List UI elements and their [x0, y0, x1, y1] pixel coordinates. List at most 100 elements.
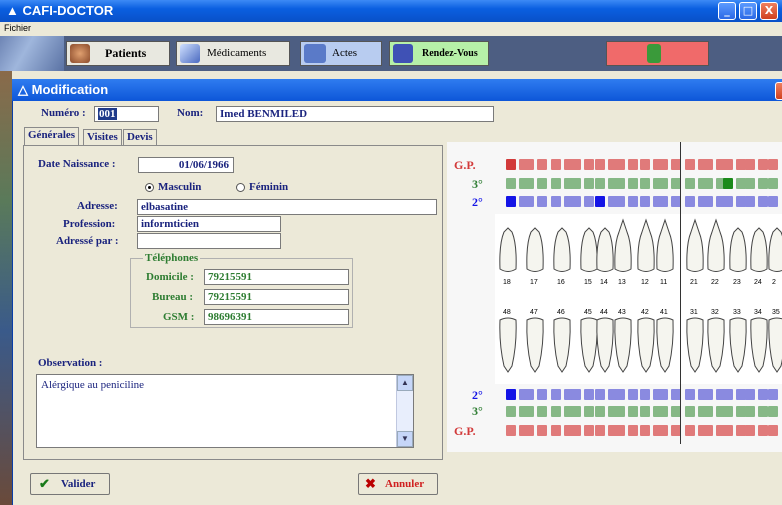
marker-gp-top-24-b[interactable]: [758, 159, 768, 170]
marker-2-top-24-a[interactable]: [745, 196, 755, 207]
tooth-16[interactable]: [553, 227, 571, 272]
marker-2-bottom-34-b[interactable]: [758, 389, 768, 400]
marker-2-bottom-41-a[interactable]: [658, 389, 668, 400]
marker-2-top-22-a[interactable]: [703, 196, 713, 207]
scroll-down-icon[interactable]: ▼: [397, 431, 413, 447]
domicile-field[interactable]: 79215591: [204, 269, 349, 285]
tooth-2[interactable]: [768, 227, 782, 272]
marker-gp-bottom-31-a[interactable]: [685, 425, 695, 436]
marker-3-bottom-45-b[interactable]: [584, 406, 594, 417]
maximize-button[interactable]: □: [739, 2, 757, 20]
marker-gp-bottom-48-a[interactable]: [506, 425, 516, 436]
tooth-43[interactable]: [614, 317, 632, 373]
marker-3-bottom-44-a[interactable]: [595, 406, 605, 417]
marker-2-top-15-b[interactable]: [584, 196, 594, 207]
marker-gp-top-17-a[interactable]: [524, 159, 534, 170]
marker-gp-bottom-43-b[interactable]: [628, 425, 638, 436]
menu-fichier[interactable]: Fichier: [4, 23, 31, 33]
marker-3-bottom-43-b[interactable]: [628, 406, 638, 417]
tab-devis[interactable]: Devis: [123, 129, 157, 146]
gsm-field[interactable]: 98696391: [204, 309, 349, 325]
marker-gp-top-23-a[interactable]: [723, 159, 733, 170]
marker-2-top-14-a[interactable]: [595, 196, 605, 207]
marker-3-top-22-a[interactable]: [703, 178, 713, 189]
marker-3-top-12-a[interactable]: [640, 178, 650, 189]
marker-gp-bottom-45-a[interactable]: [571, 425, 581, 436]
marker-gp-top-13-b[interactable]: [628, 159, 638, 170]
nom-field[interactable]: Imed BENMILED: [216, 106, 494, 122]
marker-2-top-24-b[interactable]: [758, 196, 768, 207]
marker-2-top-18-a[interactable]: [506, 196, 516, 207]
close-button[interactable]: X: [760, 2, 778, 20]
marker-gp-bottom-34-b[interactable]: [758, 425, 768, 436]
marker-3-top-21-a[interactable]: [685, 178, 695, 189]
marker-2-bottom-44-a[interactable]: [595, 389, 605, 400]
tooth-42[interactable]: [637, 317, 655, 373]
tooth-15[interactable]: [580, 227, 598, 272]
marker-gp-bottom-32-a[interactable]: [703, 425, 713, 436]
tooth-46[interactable]: [553, 317, 571, 373]
marker-2-top-13-a[interactable]: [615, 196, 625, 207]
marker-2-bottom-48-a[interactable]: [506, 389, 516, 400]
valider-button[interactable]: ✔ Valider: [30, 473, 110, 495]
marker-2-top-11-a[interactable]: [658, 196, 668, 207]
marker-2-bottom-45-a[interactable]: [571, 389, 581, 400]
marker-gp-bottom-45-b[interactable]: [584, 425, 594, 436]
marker-3-bottom-48-a[interactable]: [506, 406, 516, 417]
marker-gp-bottom-35-a[interactable]: [768, 425, 778, 436]
marker-2-bottom-31-a[interactable]: [685, 389, 695, 400]
marker-gp-bottom-33-a[interactable]: [723, 425, 733, 436]
date-naissance-field[interactable]: 01/06/1966: [138, 157, 234, 173]
marker-gp-bottom-41-a[interactable]: [658, 425, 668, 436]
marker-gp-bottom-47-a[interactable]: [524, 425, 534, 436]
marker-3-bottom-35-a[interactable]: [768, 406, 778, 417]
tooth-24[interactable]: [750, 227, 768, 272]
marker-3-bottom-31-a[interactable]: [685, 406, 695, 417]
tooth-41[interactable]: [656, 317, 674, 373]
observation-scrollbar[interactable]: ▲ ▼: [396, 375, 413, 447]
marker-gp-top-24-a[interactable]: [745, 159, 755, 170]
tooth-45[interactable]: [580, 317, 598, 373]
marker-3-bottom-45-a[interactable]: [571, 406, 581, 417]
marker-gp-bottom-47-b[interactable]: [537, 425, 547, 436]
tooth-23[interactable]: [729, 227, 747, 272]
profession-field[interactable]: informticien: [137, 216, 281, 232]
marker-3-bottom-34-a[interactable]: [745, 406, 755, 417]
marker-gp-top-16-a[interactable]: [551, 159, 561, 170]
marker-3-top-15-a[interactable]: [571, 178, 581, 189]
marker-gp-bottom-46-a[interactable]: [551, 425, 561, 436]
marker-2-bottom-46-a[interactable]: [551, 389, 561, 400]
tooth-18[interactable]: [499, 227, 517, 272]
marker-3-top-2-a[interactable]: [768, 178, 778, 189]
marker-gp-top-11-a[interactable]: [658, 159, 668, 170]
marker-2-bottom-43-b[interactable]: [628, 389, 638, 400]
tooth-44[interactable]: [596, 317, 614, 373]
tooth-22[interactable]: [707, 218, 725, 272]
marker-gp-bottom-34-a[interactable]: [745, 425, 755, 436]
tooth-47[interactable]: [526, 317, 544, 373]
marker-2-bottom-47-b[interactable]: [537, 389, 547, 400]
marker-2-top-15-a[interactable]: [571, 196, 581, 207]
tooth-21[interactable]: [686, 218, 704, 272]
marker-3-bottom-33-a[interactable]: [723, 406, 733, 417]
marker-gp-top-15-a[interactable]: [571, 159, 581, 170]
tooth-32[interactable]: [707, 317, 725, 373]
marker-2-top-12-a[interactable]: [640, 196, 650, 207]
exit-button[interactable]: [606, 41, 709, 66]
observation-textarea[interactable]: Alérgique au peniciline: [36, 374, 414, 448]
marker-3-bottom-47-b[interactable]: [537, 406, 547, 417]
marker-3-top-24-a[interactable]: [745, 178, 755, 189]
tooth-34[interactable]: [750, 317, 768, 373]
tooth-33[interactable]: [729, 317, 747, 373]
marker-gp-top-13-a[interactable]: [615, 159, 625, 170]
marker-2-bottom-42-a[interactable]: [640, 389, 650, 400]
marker-3-top-23-a[interactable]: [723, 178, 733, 189]
marker-3-top-14-a[interactable]: [595, 178, 605, 189]
tooth-14[interactable]: [596, 227, 614, 272]
tooth-11[interactable]: [656, 218, 674, 272]
scroll-up-icon[interactable]: ▲: [397, 375, 413, 391]
marker-3-top-17-b[interactable]: [537, 178, 547, 189]
marker-gp-top-14-a[interactable]: [595, 159, 605, 170]
marker-3-bottom-34-b[interactable]: [758, 406, 768, 417]
tab-visites[interactable]: Visites: [83, 129, 122, 146]
